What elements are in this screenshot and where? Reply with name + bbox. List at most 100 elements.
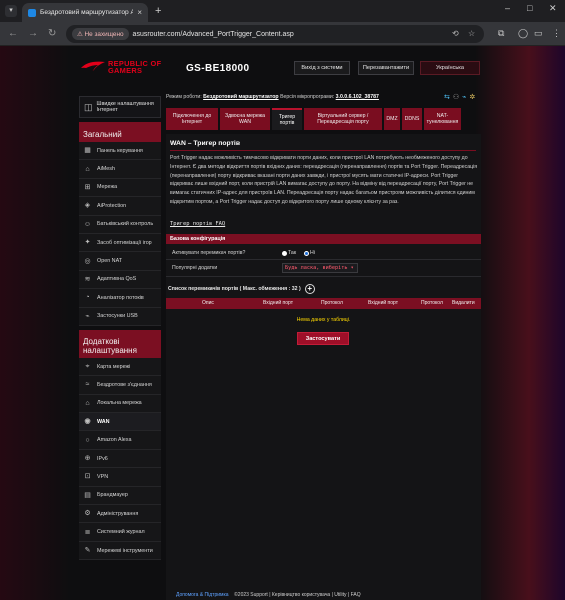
brand-line2: GAMERS: [108, 66, 143, 76]
reload-icon[interactable]: ↻: [48, 28, 56, 39]
usb-status-icon[interactable]: ⌁: [462, 93, 466, 101]
network-icon: ⊞: [84, 183, 91, 191]
language-select[interactable]: Українська: [420, 61, 480, 75]
aimesh-icon: ⌂: [85, 165, 90, 173]
minimize-icon[interactable]: –: [505, 3, 510, 13]
ethernet-status-icon[interactable]: ⇆: [444, 93, 450, 101]
sidebar-item-parental[interactable]: ☺ Батьківський контроль: [79, 215, 161, 234]
sidebar-item-alexa[interactable]: ○ Amazon Alexa: [79, 431, 161, 450]
aimesh-status-icon[interactable]: ⚇: [453, 93, 459, 101]
config-section-header: Базова конфігурація: [166, 234, 481, 244]
window-close-icon[interactable]: ✕: [549, 3, 557, 14]
tab-3[interactable]: Віртуальний сервер / Переадресація порту: [304, 108, 382, 130]
vpn-icon: ⊡: [84, 473, 91, 481]
add-rule-icon[interactable]: +: [304, 284, 315, 294]
tab-search-icon[interactable]: ▾: [5, 5, 17, 17]
admin-icon: ⚙: [84, 510, 91, 518]
sidebar-item-network-map[interactable]: ⌖ Карта мережі: [79, 357, 161, 377]
sidebar-item-dashboard[interactable]: ▦ Панель керування: [79, 142, 161, 161]
sidebar-item-open-nat[interactable]: ◎ Open NAT: [79, 252, 161, 271]
sidebar-item-label: WAN: [97, 418, 110, 425]
profile-icon[interactable]: ◯: [518, 28, 528, 39]
tab-close-icon[interactable]: ×: [137, 8, 142, 17]
sidebar-item-vpn[interactable]: ⊡ VPN: [79, 468, 161, 487]
sidebar-item-game-boost[interactable]: ✦ Засоб оптимізації ігор: [79, 233, 161, 253]
tab-2[interactable]: Тригер портів: [272, 108, 302, 130]
sidebar-item-wan[interactable]: ◉ WAN: [79, 413, 161, 432]
general-section-title: Загальний: [79, 122, 161, 142]
browser-tab[interactable]: Бездротовий маршрутизатор A ×: [22, 3, 148, 22]
sidebar-item-label: Локальна мережа: [97, 400, 142, 407]
apply-button[interactable]: Застосувати: [297, 332, 349, 345]
table-header: Опис Вхідний порт Протокол Вхідний порт …: [166, 298, 481, 309]
tab-4[interactable]: DMZ: [384, 108, 400, 130]
url-text[interactable]: asusrouter.com/Advanced_PortTrigger_Cont…: [133, 31, 294, 38]
firmware-label: Версія мікропрограми:: [280, 94, 335, 100]
translate-icon[interactable]: ⟲: [452, 29, 459, 38]
popular-apps-value: Будь ласка, виберіть: [285, 265, 348, 271]
shield-icon: ◈: [84, 202, 91, 210]
reboot-button[interactable]: Перезавантажити: [358, 61, 414, 75]
sidebar-item-lan[interactable]: ⌂ Локальна мережа: [79, 394, 161, 414]
radio-yes-label: Так: [288, 250, 297, 256]
sidebar-item-usb[interactable]: ⌁ Застосунки USB: [79, 307, 161, 326]
tab-5[interactable]: DDNS: [402, 108, 422, 130]
enable-no-radio[interactable]: Ні: [304, 250, 315, 256]
sidebar-item-network[interactable]: ⊞ Мережа: [79, 178, 161, 198]
col-description: Опис: [202, 300, 214, 306]
sidebar-item-traffic-analyzer[interactable]: ◔ Аналізатор потоків: [79, 289, 161, 308]
firmware-link[interactable]: 3.0.0.6.102_38787: [336, 94, 379, 100]
sidebar-item-ipv6[interactable]: ⊕ IPv6: [79, 449, 161, 469]
advanced-section-title: Додаткові налаштування: [79, 329, 161, 358]
enable-trigger-row: Активувати перемикач портів? Так Ні: [166, 246, 481, 260]
sidebar-item-wireless[interactable]: ≈ Бездротове з'єднання: [79, 376, 161, 395]
menu-dots-icon[interactable]: ⋮: [552, 28, 561, 39]
sidebar-item-syslog[interactable]: ≣ Системний журнал: [79, 523, 161, 542]
enable-yes-radio[interactable]: Так: [282, 250, 296, 256]
logout-button[interactable]: Вихід з системи: [294, 61, 350, 75]
address-bar[interactable]: ⚠ Не захищено asusrouter.com/Advanced_Po…: [66, 25, 484, 43]
browser-tab-bar: ▾ Бездротовий маршрутизатор A × + – □ ✕: [0, 0, 565, 22]
sidebar-item-label: VPN: [97, 473, 109, 480]
tab-0[interactable]: Підключення до Інтернет: [166, 108, 218, 130]
qos-icon: ≋: [84, 275, 91, 283]
col-trigger-protocol: Протокол: [321, 300, 343, 306]
sidebar-item-admin[interactable]: ⚙ Адміністрування: [79, 505, 161, 524]
tab-1[interactable]: Здвоєна мережа WAN: [220, 108, 270, 130]
sidebar-item-label: Адаптивна QoS: [97, 276, 137, 283]
not-secure-badge[interactable]: ⚠ Не захищено: [72, 28, 129, 40]
title-divider: [170, 150, 476, 151]
popular-apps-select[interactable]: Будь ласка, виберіть ▾: [282, 263, 358, 273]
dashboard-icon: ▦: [84, 147, 91, 155]
new-tab-button[interactable]: +: [155, 5, 161, 17]
help-support-link[interactable]: Допомога & Підтримка: [176, 592, 229, 598]
sidebar-item-qos[interactable]: ≋ Адаптивна QoS: [79, 270, 161, 290]
sidebar-item-network-tools[interactable]: ✎ Мережеві інструменти: [79, 541, 161, 561]
usb-icon: ⌁: [85, 312, 90, 320]
info-bar: Режим роботи: Бездротовий маршрутизатор …: [166, 94, 486, 104]
quick-setup-item[interactable]: ◫ Швидке налаштування Інтернет: [79, 96, 161, 118]
extensions-icon[interactable]: ⧉: [498, 28, 504, 39]
footer-links[interactable]: ©2023 Support | Керівництво користувача …: [234, 592, 360, 598]
quick-setup-label: Швидке налаштування Інтернет: [96, 100, 154, 113]
back-icon[interactable]: ←: [8, 28, 18, 39]
settings-status-icon[interactable]: ✲: [469, 93, 475, 101]
forward-icon[interactable]: →: [28, 28, 38, 39]
sidebar-item-label: Аналізатор потоків: [97, 294, 144, 301]
sidebar-icon[interactable]: ▭: [534, 28, 543, 39]
maximize-icon[interactable]: □: [527, 3, 532, 13]
sidebar-item-label: Застосунки USB: [97, 313, 138, 320]
tab-6[interactable]: NAT-тунелювання: [424, 108, 461, 130]
sidebar-item-aimesh[interactable]: ⌂ AiMesh: [79, 160, 161, 179]
router-header: REPUBLIC OF GAMERS GS-BE18000 Вихід з си…: [76, 52, 486, 88]
bookmark-star-icon[interactable]: ☆: [468, 29, 475, 38]
sidebar-item-firewall[interactable]: ▤ Брандмауер: [79, 486, 161, 506]
sidebar-item-shield[interactable]: ◈ AiProtection: [79, 197, 161, 216]
traffic-analyzer-icon: ◔: [85, 294, 90, 302]
sidebar-item-label: Карта мережі: [97, 363, 131, 370]
wan-subtabs: Підключення до Інтернет Здвоєна мережа WA…: [166, 108, 481, 130]
wireless-icon: ≈: [85, 381, 90, 389]
mode-link[interactable]: Бездротовий маршрутизатор: [203, 94, 278, 100]
empty-table-message: Нема даних у таблиці.: [296, 317, 351, 323]
faq-link[interactable]: Тригер портів FAQ: [170, 221, 225, 227]
